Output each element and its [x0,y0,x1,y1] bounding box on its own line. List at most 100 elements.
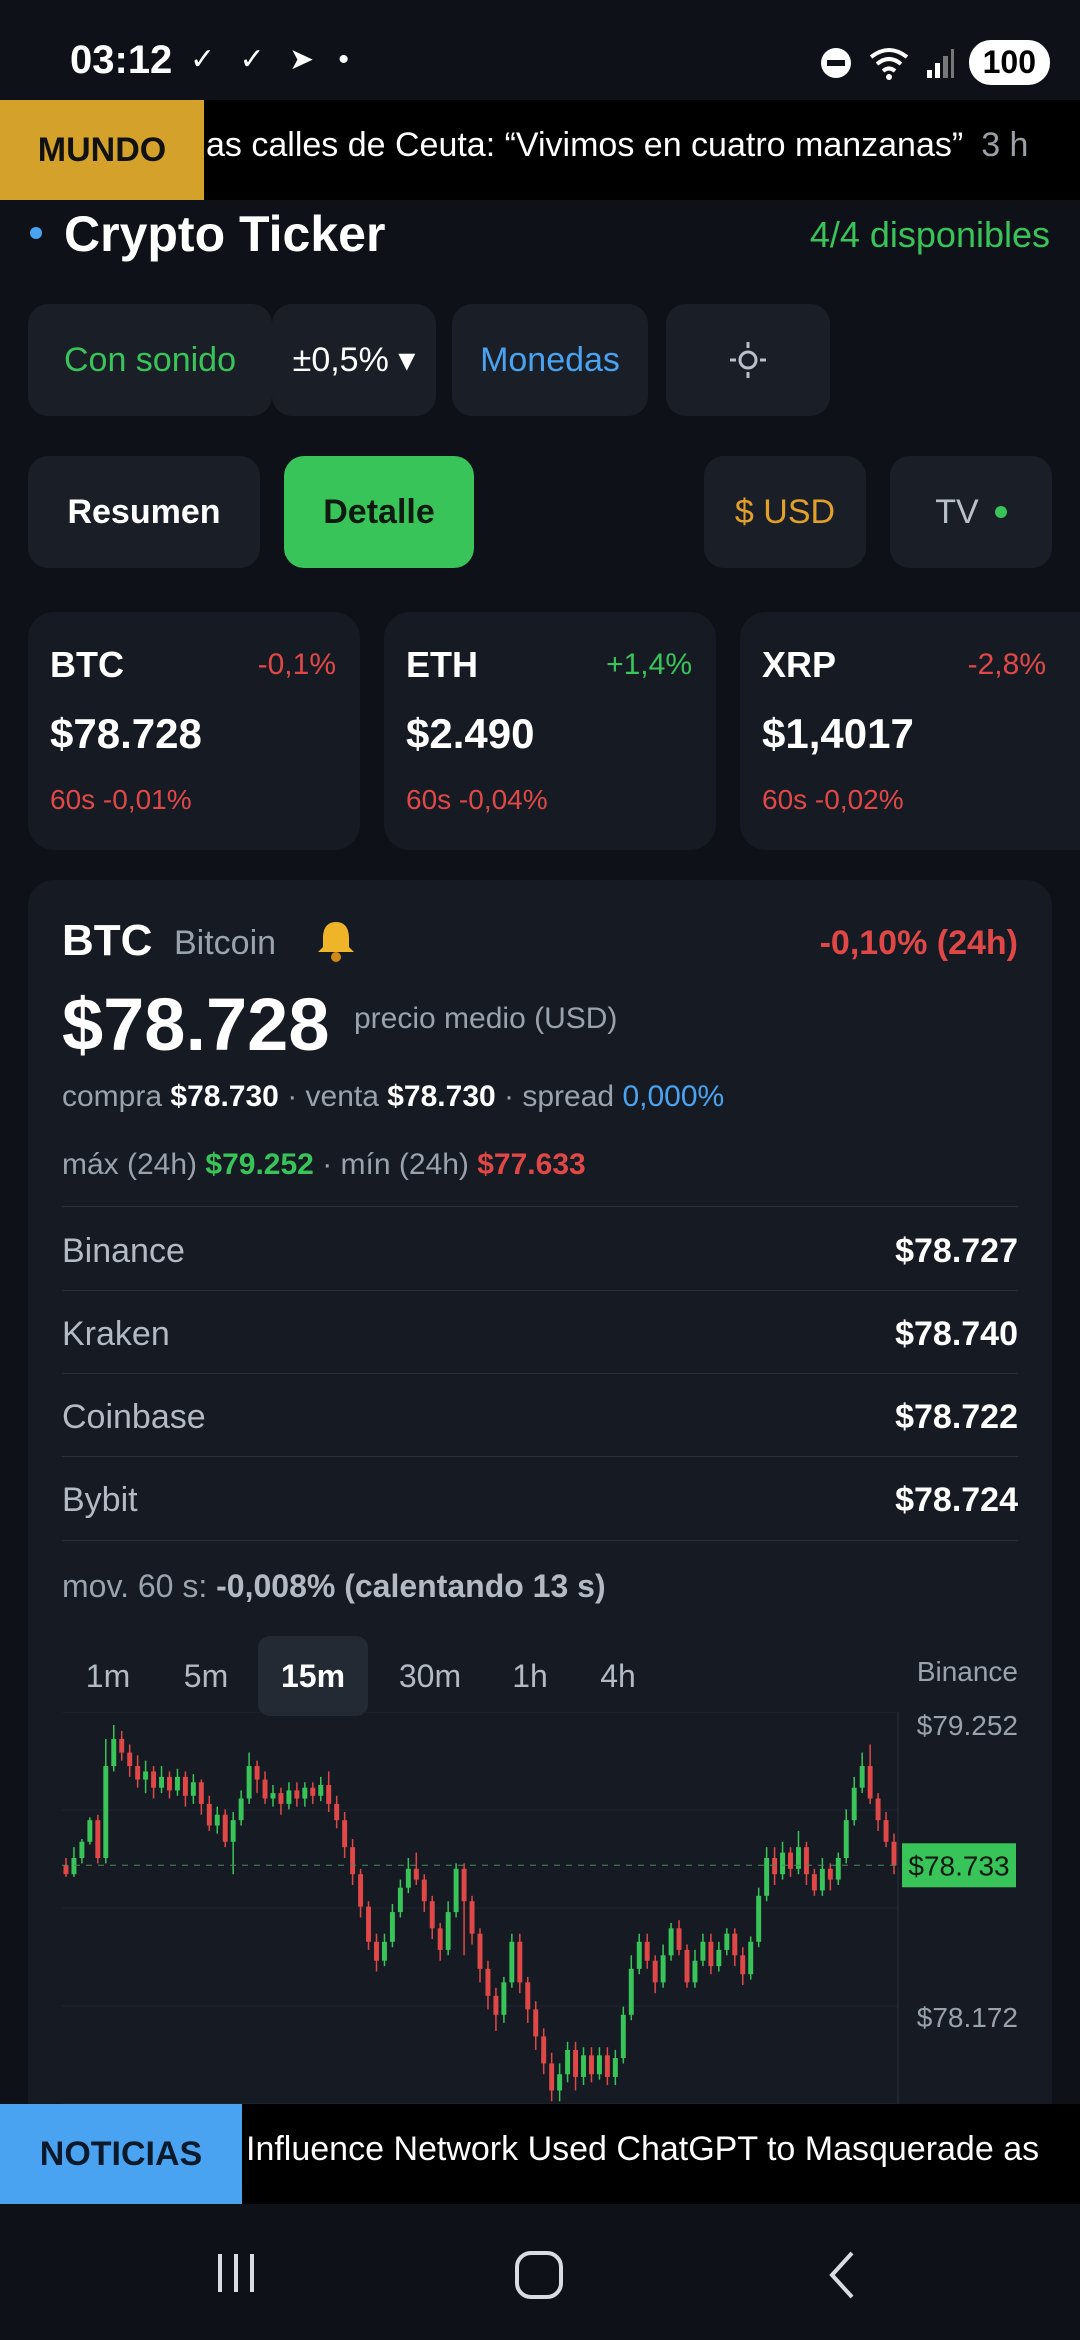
system-nav-bar [0,2204,1080,2340]
signal-icon [926,48,954,78]
candle [143,1760,149,1794]
candle-body [214,1814,220,1826]
candle [724,1928,730,1956]
candle-body [740,1955,746,1975]
timeframe-30m[interactable]: 30m [380,1636,480,1716]
availability-status: 4/4 disponibles [809,214,1050,255]
timeframe-15m[interactable]: 15m [258,1636,368,1716]
candle-body [827,1868,833,1880]
exchange-name: Kraken [62,1315,170,1353]
detail-coin-name: Bitcoin [174,924,277,962]
candle-body [238,1798,244,1821]
back-icon[interactable] [822,2248,862,2302]
page-title: Crypto Ticker [64,206,386,262]
coin-card-eth[interactable]: ETH +1,4% $2.490 60s -0,04% [384,612,716,850]
coin-symbol: BTC [50,644,124,685]
candle-body [843,1820,849,1858]
chart-grid [62,1712,899,2104]
candle [358,1868,364,1918]
sound-toggle-button[interactable]: Con sonido [28,304,272,416]
timeframe-5m[interactable]: 5m [160,1636,252,1716]
movement-line: mov. 60 s: -0,008% (calentando 13 s) [62,1568,606,1605]
candle [819,1857,825,1896]
candle [684,1944,690,1988]
candle-body [167,1776,172,1791]
candle [111,1724,117,1772]
threshold-dropdown[interactable]: ±0,5% ▾ [272,304,436,416]
currency-button[interactable]: $ USD [704,456,866,568]
exchange-name: Bybit [62,1481,138,1519]
timeframe-1h[interactable]: 1h [486,1636,574,1716]
candle [875,1793,881,1831]
candle [222,1809,228,1848]
candle [827,1863,833,1891]
price-chart[interactable]: $78.733 $79.252 $78.172 [62,1712,1020,2104]
candle [238,1790,244,1826]
coins-button[interactable]: Monedas [452,304,648,416]
candle-body [270,1793,276,1799]
candle-body [604,2055,610,2077]
candle [485,1960,491,2010]
coin-card-btc[interactable]: BTC -0,1% $78.728 60s -0,01% [28,612,360,850]
bell-icon[interactable] [312,916,360,964]
candle [214,1806,220,1834]
candle-body [71,1857,77,1875]
tv-button[interactable]: TV [890,456,1052,568]
candle-body [222,1814,228,1842]
candle [835,1852,841,1886]
candle [867,1744,873,1804]
chart-candles [63,1724,897,2102]
candle [302,1782,308,1807]
candle-body [103,1766,109,1858]
exchange-price: $78.740 [895,1315,1018,1353]
timeframe-1m[interactable]: 1m [62,1636,154,1716]
candle [413,1852,419,1886]
buy-price: $78.730 [170,1080,279,1113]
candle [63,1857,69,1877]
top-news-ticker[interactable]: MUNDO as calles de Ceuta: “Vivimos en cu… [0,100,1080,200]
candle [636,1933,642,1975]
candle-body [310,1787,316,1796]
candle-body [445,1912,451,1950]
bottom-news-ticker[interactable]: NOTICIAS Influence Network Used ChatGPT … [0,2104,1080,2204]
divider [62,1456,1018,1457]
sell-price: $78.730 [387,1080,496,1113]
candle-body [182,1776,188,1796]
candle-body [732,1933,738,1956]
tab-resumen[interactable]: Resumen [28,456,260,568]
candle [660,1944,666,1988]
candle [87,1817,93,1845]
candle [151,1766,157,1799]
candle-body [788,1852,793,1869]
ticker-headline[interactable]: as calles de Ceuta: “Vivimos en cuatro m… [206,126,1028,165]
candle [310,1782,316,1804]
candle [692,1949,698,1988]
candle [103,1739,109,1864]
price-note: precio medio (USD) [354,1002,618,1035]
notification-icons: ✓ ✓ ➤ • [190,43,357,76]
candle [95,1814,101,1864]
recents-icon[interactable] [212,2248,262,2298]
candle [119,1730,125,1761]
candle-body [756,1895,762,1942]
coin-card-xrp[interactable]: XRP -2,8% $1,4017 60s -0,02% [740,612,1080,850]
ticker-headline[interactable]: Influence Network Used ChatGPT to Masque… [246,2130,1039,2169]
candle-body [405,1868,411,1888]
settings-button[interactable] [666,304,830,416]
candle [533,2001,539,2050]
coin-change: -0,1% [257,648,336,681]
candle-body [262,1779,268,1799]
candle-body [525,1982,531,2010]
home-icon[interactable] [512,2248,566,2302]
timeframe-4h[interactable]: 4h [574,1636,662,1716]
candle-body [397,1887,403,1913]
tab-detalle[interactable]: Detalle [284,456,474,568]
candle [135,1755,141,1788]
candle-body [859,1766,865,1788]
coin-symbol: XRP [762,644,837,685]
ticker-tag-mundo: MUNDO [0,100,204,200]
candle-body [334,1803,340,1821]
candle [596,2047,602,2080]
chart-axis: $78.733 $79.252 $78.172 [62,1712,1018,2033]
candle [437,1922,443,1961]
